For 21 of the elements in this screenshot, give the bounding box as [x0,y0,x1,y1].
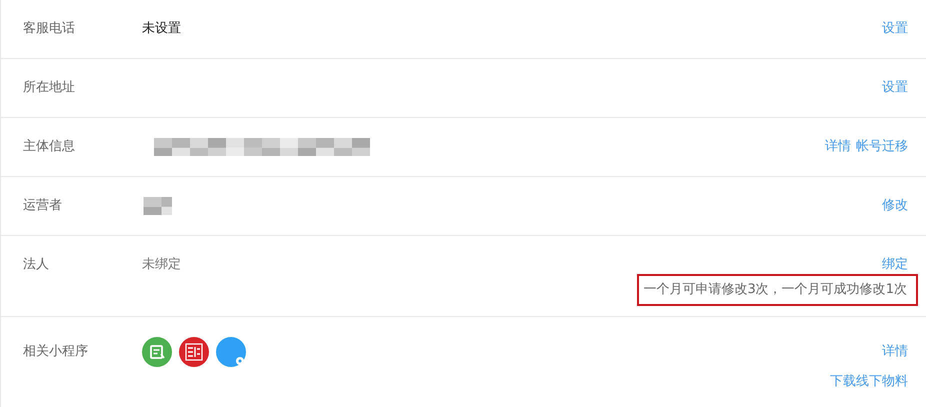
action-link[interactable]: 帐号迁移 [856,138,908,156]
action-link[interactable]: 详情 [825,138,851,156]
limit-note: 一个月可申请修改3次，一个月可成功修改1次 [637,274,918,306]
action-link[interactable]: 详情 [882,337,908,367]
field-label: 相关小程序 [23,343,89,361]
field-label: 主体信息 [23,138,76,156]
field-label: 法人 [23,256,50,274]
field-label: 运营者 [23,197,63,215]
action-link[interactable]: 下载线下物料 [830,367,908,397]
field-label: 客服电话 [23,20,76,38]
field-value: 未绑定 [142,256,181,274]
action-link[interactable]: 设置 [882,20,908,38]
field-value: 未设置 [142,20,181,38]
blurred-content [142,197,172,215]
app-icon[interactable] [216,337,246,367]
app-icon[interactable] [142,337,172,367]
action-link[interactable]: 设置 [882,79,908,97]
field-label: 所在地址 [23,79,76,97]
app-icon[interactable] [179,337,209,367]
action-link[interactable]: 绑定 [882,256,908,274]
action-link[interactable]: 修改 [882,197,908,215]
